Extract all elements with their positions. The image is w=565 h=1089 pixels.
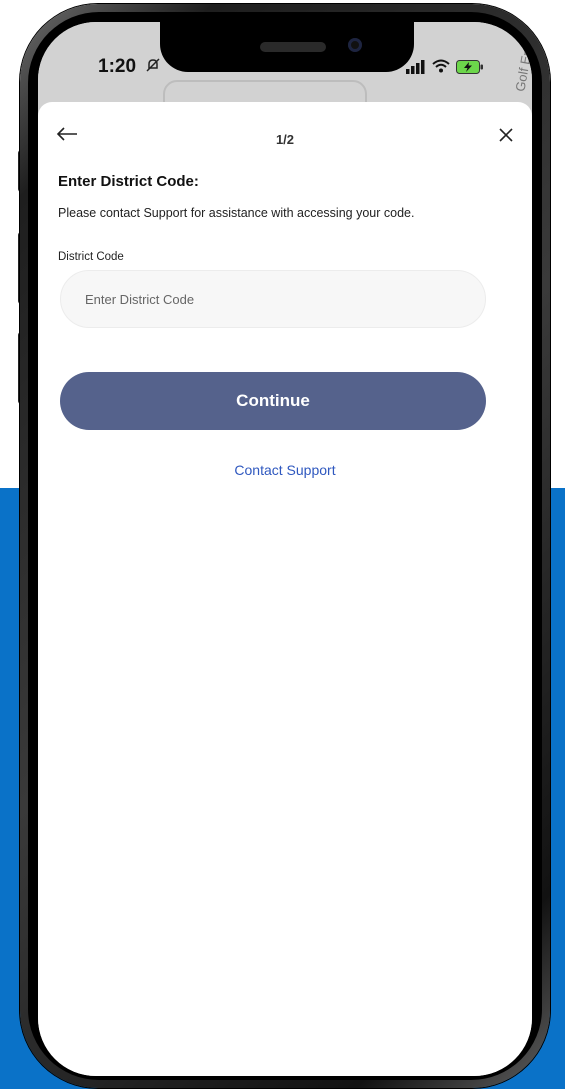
contact-support-link[interactable]: Contact Support xyxy=(38,462,532,478)
district-code-label: District Code xyxy=(58,251,124,263)
speaker-grille xyxy=(260,42,326,52)
wifi-icon xyxy=(432,59,450,78)
district-code-input[interactable] xyxy=(60,270,486,328)
battery-charging-icon xyxy=(456,60,484,79)
bell-slash-icon xyxy=(146,58,160,75)
page-title: Enter District Code: xyxy=(58,173,199,190)
step-counter: 1/2 xyxy=(275,132,295,147)
status-time: 1:20 xyxy=(98,56,137,77)
continue-button[interactable]: Continue xyxy=(60,372,486,430)
close-icon[interactable] xyxy=(498,127,514,148)
signal-icon xyxy=(406,60,426,79)
district-code-sheet: 1/2 Enter District Code: Please contact … xyxy=(38,102,532,1076)
notch xyxy=(160,22,414,72)
front-camera xyxy=(348,38,362,52)
phone-screen: Golf Enro 1:20 1/2 Enter District Code: … xyxy=(38,22,532,1076)
helper-text: Please contact Support for assistance wi… xyxy=(58,206,415,220)
map-street-label: Golf Enro xyxy=(512,36,532,93)
